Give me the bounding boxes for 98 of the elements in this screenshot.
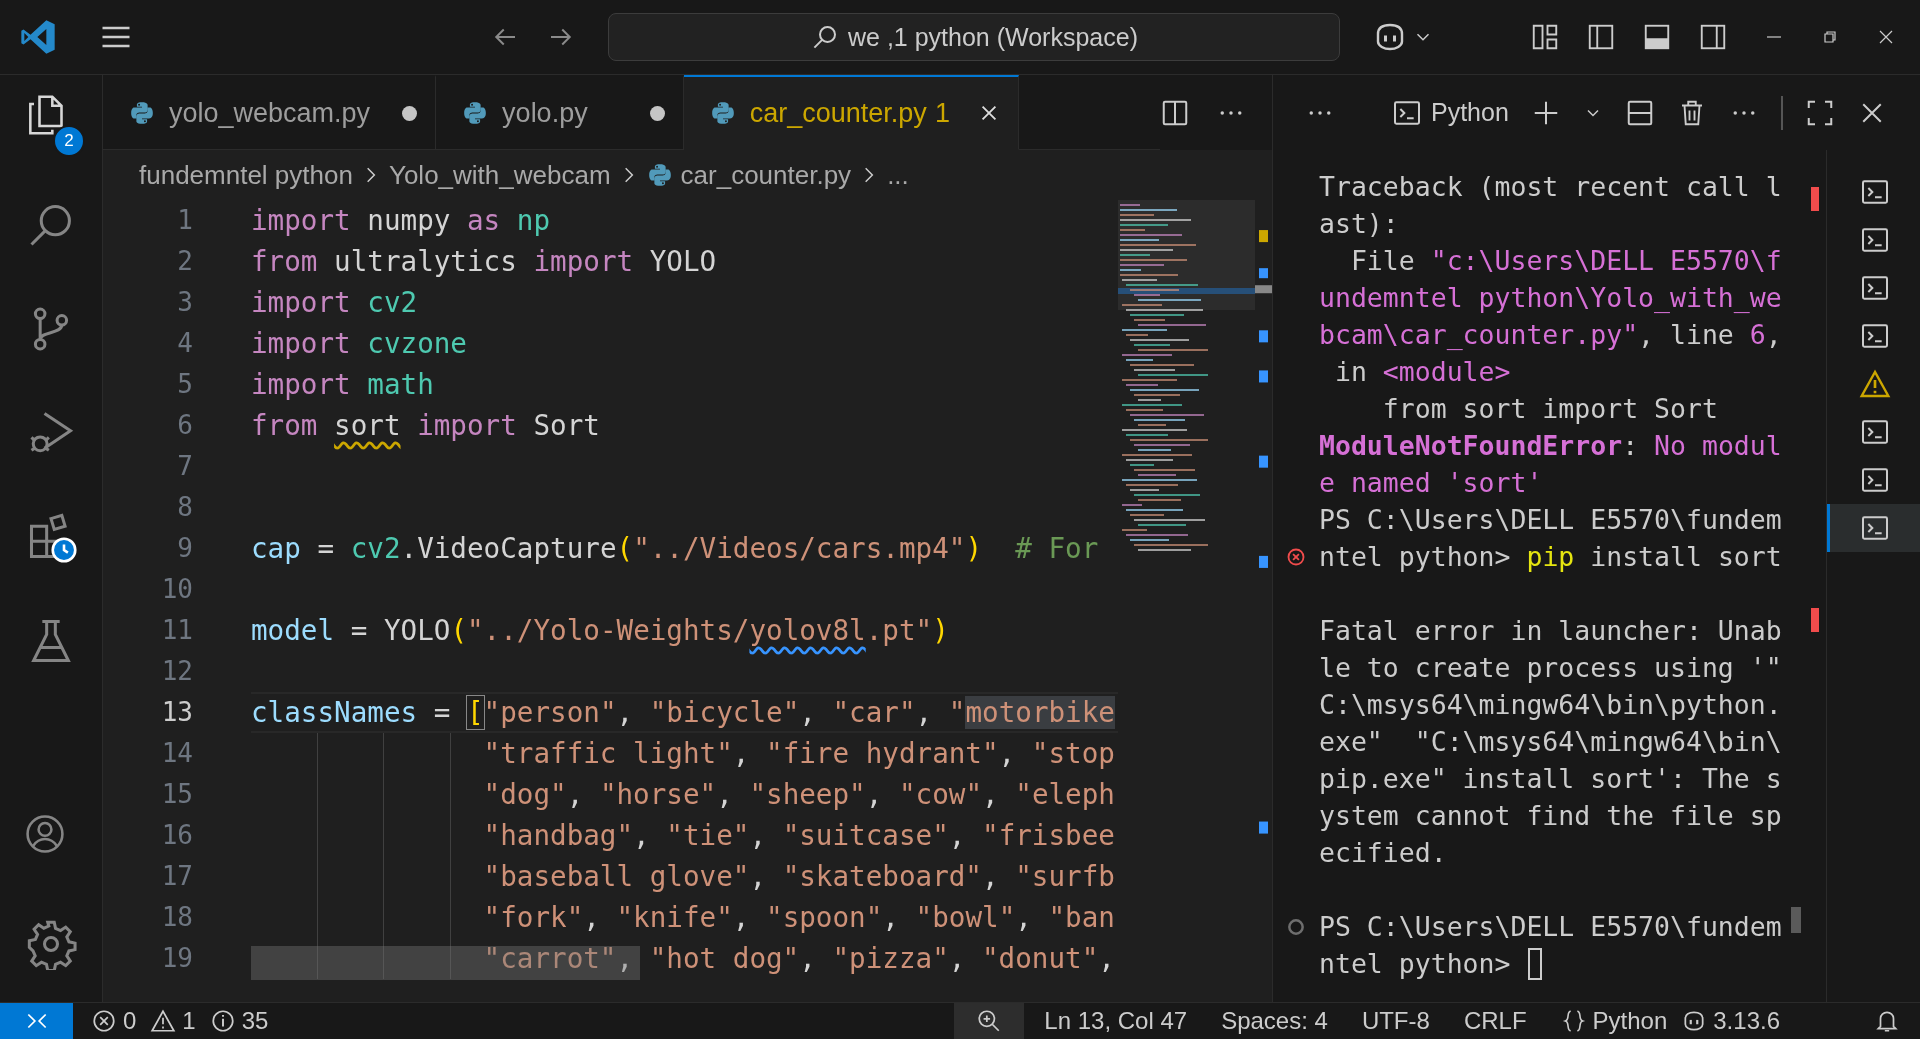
terminal-line: File "c:\Users\DELL E5570\f [1349, 245, 1782, 276]
code-line: from ultralytics import YOLO [251, 245, 717, 278]
terminal-line: ntel python> pip install sort [1319, 541, 1782, 572]
editor-tab[interactable]: yolo.py [436, 75, 684, 150]
terminal-line: exe" "C:\msys64\mingw64\bin\ [1319, 726, 1782, 757]
code-line: model = YOLO("../Yolo-Weights/yolov8l.pt") [251, 614, 949, 647]
terminal-line: C:\msys64\mingw64\bin\python. [1319, 689, 1782, 720]
line-number: 14 [160, 737, 193, 770]
code-line: "baseball glove", "skateboard", "surfb [483, 860, 1115, 893]
code-line: "carrot", "hot dog", "pizza", "donut", [483, 942, 1115, 975]
terminal-line: PS C:\Users\DELL E5570\fundem [1319, 504, 1782, 535]
editor-tab[interactable]: car_counter.py 1 [683, 75, 1019, 150]
language-mode[interactable]: Python [1592, 1007, 1668, 1035]
terminal-line: e named 'sort' [1319, 467, 1543, 498]
layout-icon[interactable] [1530, 22, 1560, 52]
error-icon[interactable] [1286, 546, 1306, 567]
terminal-line: ystem cannot find the file sp [1319, 800, 1782, 831]
terminal-line: undemntel python\Yolo_with_we [1319, 282, 1782, 313]
secondary-sidebar-icon[interactable] [1698, 22, 1728, 52]
explorer-button[interactable]: 2 [15, 85, 87, 157]
line-number: 5 [176, 368, 193, 401]
line-number: 6 [176, 409, 193, 442]
count-badge: 2 [53, 125, 85, 157]
code-line: import numpy as np [251, 204, 551, 237]
info-count[interactable]: 35 [241, 1007, 269, 1035]
terminal-line: le to create process using '" [1319, 652, 1782, 683]
python-file-icon [129, 100, 155, 126]
code-line: cap = cv2.VideoCapture("../Videos/cars.mp4") # For [251, 532, 1099, 565]
code-line: import cv2 [251, 286, 418, 319]
terminal-line: ecified. [1319, 837, 1447, 868]
terminal-tab[interactable] [1827, 504, 1920, 552]
panel-toggle-icon[interactable] [1642, 22, 1672, 52]
breadcrumb-item[interactable]: ... [887, 159, 909, 191]
unsaved-dot-icon[interactable] [402, 105, 418, 121]
line-number: 13 [160, 696, 193, 729]
line-number: 3 [176, 286, 193, 319]
error-marker [1811, 187, 1819, 211]
code-line: "handbag", "tie", "suitcase", "frisbee [483, 819, 1115, 852]
terminal-line: Fatal error in launcher: Unab [1319, 615, 1782, 646]
search-field[interactable]: we ,1 python (Workspace) [608, 13, 1340, 61]
python-file-icon [709, 100, 736, 126]
terminal-selector[interactable]: Python [1391, 96, 1509, 129]
terminal-line: ModuleNotFoundError: No modul [1319, 430, 1782, 461]
error-icon[interactable] [91, 1008, 117, 1034]
line-number: 18 [160, 901, 193, 934]
code-line: from sort import Sort [251, 409, 600, 442]
terminal-line: ntel python> [1319, 948, 1512, 979]
account-icon[interactable] [23, 812, 67, 856]
terminal-line: PS C:\Users\DELL E5570\fundem [1319, 911, 1782, 942]
terminal-line: in <module> [1333, 356, 1511, 387]
line-number: 15 [160, 778, 193, 811]
warning-count[interactable]: 1 [182, 1007, 196, 1035]
warning-icon[interactable] [1859, 368, 1891, 400]
line-number: 7 [176, 450, 193, 483]
code-editor-logo-icon [18, 17, 58, 57]
horizontal-scrollbar[interactable] [251, 946, 640, 980]
zoom-button[interactable] [954, 1003, 1025, 1039]
code-line: classNames = ["person", "bicycle", "car", "motorbike [251, 696, 1115, 729]
info-icon[interactable] [209, 1008, 236, 1034]
line-number: 8 [176, 491, 193, 524]
sidebar-toggle-icon[interactable] [1586, 22, 1616, 52]
error-marker [1811, 608, 1819, 632]
line-number: 11 [160, 614, 193, 647]
line-number: 2 [176, 245, 193, 278]
code-line: "traffic light", "fire hydrant", "stop [483, 737, 1115, 770]
editor-tab[interactable]: yolo_webcam.py [103, 75, 437, 150]
terminal-line: Traceback (most recent call l [1319, 171, 1782, 202]
line-number: 19 [160, 942, 193, 975]
breadcrumb-item[interactable]: car_counter.py [680, 159, 852, 191]
terminal-line: ast): [1319, 208, 1399, 239]
terminal-line: pip.exe" install sort': The s [1319, 763, 1782, 794]
circle-icon[interactable] [1286, 916, 1306, 937]
breadcrumb-item[interactable]: fundemntel python [139, 159, 353, 191]
line-number: 10 [160, 573, 193, 606]
unsaved-dot-icon[interactable] [649, 105, 665, 121]
line-number: 16 [160, 819, 193, 852]
breadcrumb-item[interactable]: Yolo_with_webcam [388, 159, 611, 191]
line-number: 1 [176, 204, 193, 237]
encoding[interactable]: UTF-8 [1361, 1007, 1430, 1035]
terminal-line: from sort import Sort [1381, 393, 1718, 424]
code-line: "dog", "horse", "sheep", "cow", "eleph [483, 778, 1115, 811]
line-ending[interactable]: CRLF [1463, 1007, 1527, 1035]
line-number: 12 [160, 655, 193, 688]
python-file-icon [646, 162, 673, 188]
error-count[interactable]: 0 [123, 1007, 137, 1035]
python-file-icon [462, 100, 489, 126]
python-version[interactable]: 3.13.6 [1713, 1007, 1780, 1035]
cursor-position[interactable]: Ln 13, Col 47 [1044, 1007, 1188, 1035]
code-line: import math [251, 368, 434, 401]
code-line: "fork", "knife", "spoon", "bowl", "ban [483, 901, 1115, 934]
code-line: import cvzone [251, 327, 467, 360]
terminal-line: bcam\car_counter.py", line 6, [1319, 319, 1782, 350]
line-number: 9 [176, 532, 193, 565]
scrollbar-thumb[interactable] [1791, 907, 1801, 933]
line-number: 4 [176, 327, 193, 360]
warning-icon[interactable] [150, 1008, 177, 1034]
indentation[interactable]: Spaces: 4 [1221, 1007, 1328, 1035]
line-number: 17 [160, 860, 193, 893]
